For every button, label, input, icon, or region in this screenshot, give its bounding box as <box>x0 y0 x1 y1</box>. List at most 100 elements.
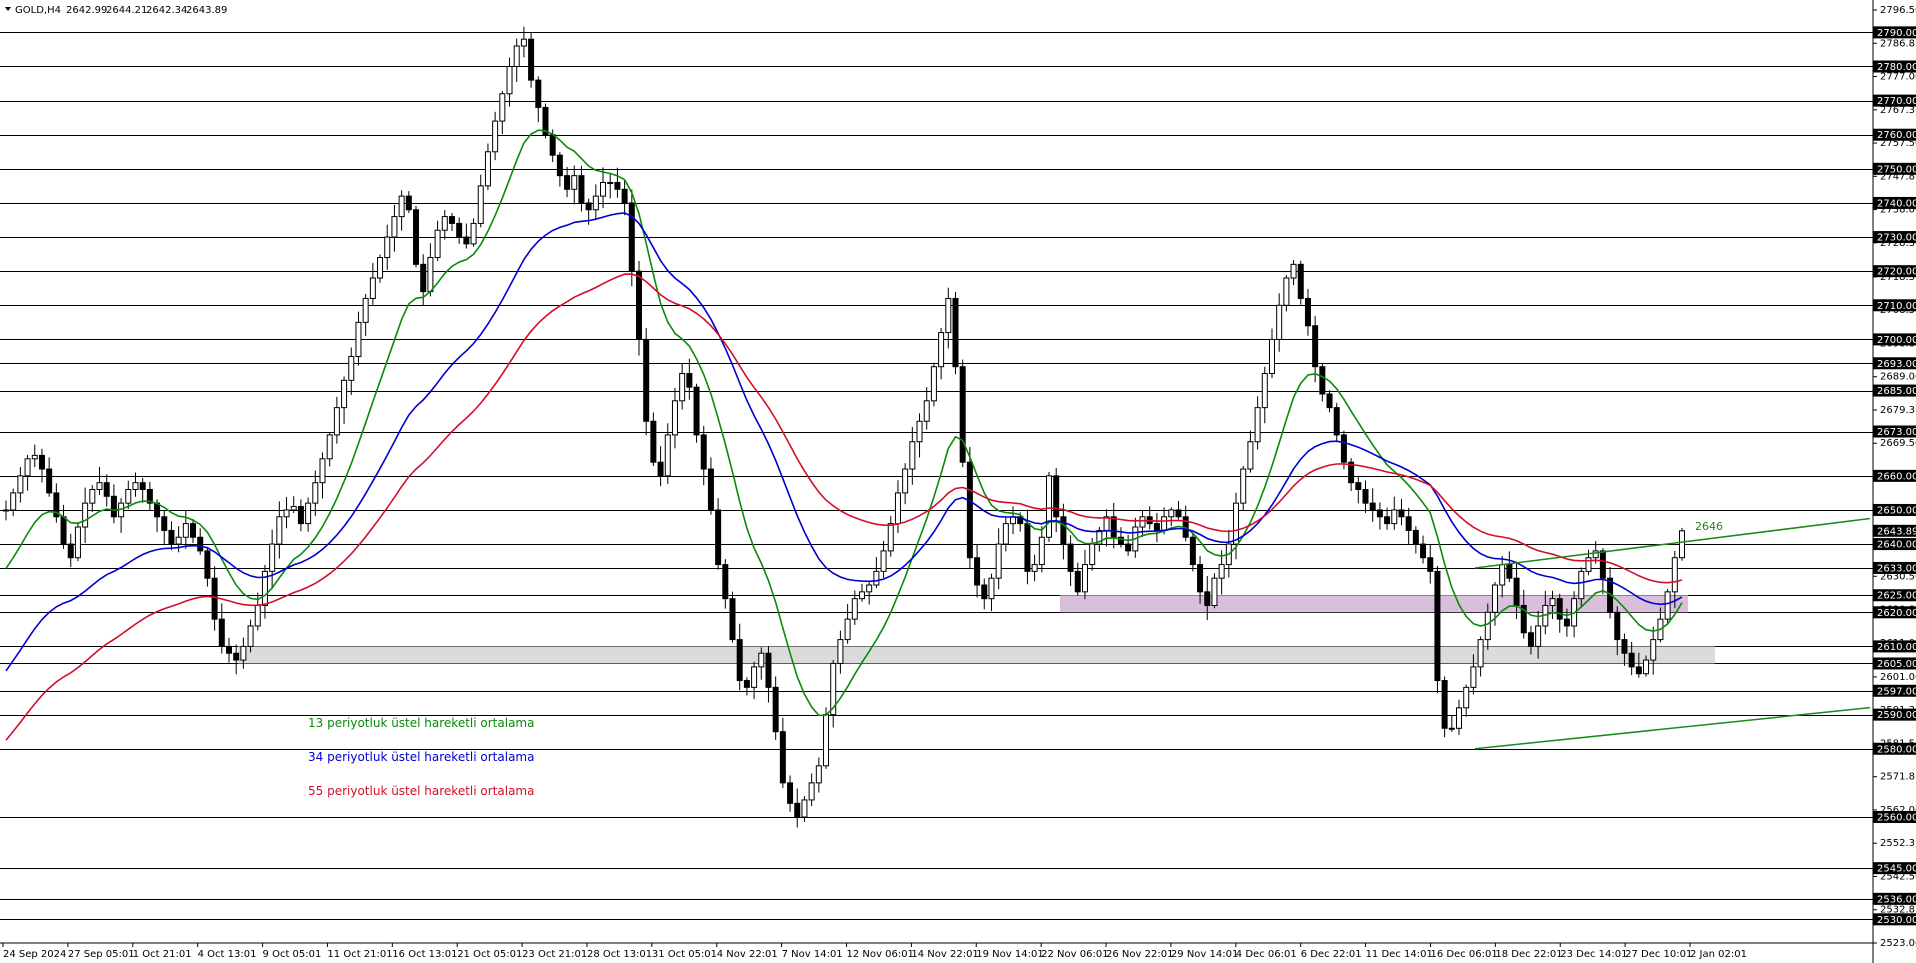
time-tick-label: 11 Dec 14:01 <box>1366 949 1433 960</box>
candle-body <box>700 434 707 470</box>
candle-body <box>161 516 168 531</box>
time-tick-label: 23 Dec 14:01 <box>1560 949 1627 960</box>
candle-body <box>1031 564 1038 572</box>
candle-body <box>1333 407 1340 436</box>
candle-body <box>1441 680 1448 729</box>
candle-body <box>564 175 571 190</box>
candle-body <box>801 799 808 818</box>
candle-body <box>995 543 1002 579</box>
ohlc-high: 2644.21 <box>106 5 147 16</box>
candle-body <box>1233 502 1240 545</box>
candle-body <box>190 523 197 538</box>
candle-body <box>233 652 240 661</box>
candle-body <box>290 506 297 511</box>
candle-body <box>31 454 38 460</box>
level-tag-label: 2760.00 <box>1877 130 1916 141</box>
candle-body <box>535 79 542 108</box>
candle-body <box>1585 557 1592 572</box>
candle-body <box>513 45 520 67</box>
candle-body <box>492 120 499 153</box>
candle-body <box>1563 618 1570 627</box>
candle-body <box>1499 564 1506 586</box>
candle-body <box>1261 373 1268 409</box>
candle-body <box>391 216 398 238</box>
time-tick-label: 27 Sep 05:01 <box>68 949 135 960</box>
time-tick-label: 4 Nov 22:01 <box>717 949 778 960</box>
ohlc-low: 2642.34 <box>146 5 187 16</box>
candle-body <box>858 591 865 600</box>
level-tag-label: 2625.00 <box>1877 591 1916 602</box>
candle-body <box>765 652 772 688</box>
candle-body <box>254 604 261 627</box>
candle-body <box>362 297 369 323</box>
legend-ema-13: 13 periyotluk üstel hareketli ortalama <box>308 716 534 730</box>
time-tick-label: 19 Nov 14:01 <box>976 949 1043 960</box>
candle-body <box>1247 441 1254 470</box>
candle-body <box>139 482 146 490</box>
candle-body <box>348 355 355 381</box>
price-tick-label: 2523.06 <box>1880 938 1916 949</box>
candle-body <box>204 550 211 579</box>
level-tag-label: 2740.00 <box>1877 198 1916 209</box>
candle-body <box>283 509 290 518</box>
candle-body <box>585 202 592 211</box>
price-tick-label: 2669.56 <box>1880 438 1916 449</box>
candle-body <box>686 373 693 388</box>
lower-support-zone <box>238 646 1715 664</box>
candle-body <box>405 195 412 211</box>
candle-body <box>974 557 981 586</box>
candle-body <box>1621 639 1628 654</box>
candle-body <box>873 570 880 586</box>
candle-body <box>787 782 794 804</box>
time-tick-label: 18 Dec 22:01 <box>1495 949 1562 960</box>
candle-body <box>1197 564 1204 593</box>
candle-body <box>67 543 74 559</box>
candle-body <box>1067 543 1074 572</box>
candle-body <box>312 482 319 504</box>
candle-body <box>808 782 815 801</box>
candle-body <box>1081 564 1088 593</box>
level-tag-label: 2610.00 <box>1877 642 1916 653</box>
candle-body <box>966 461 973 559</box>
candle-body <box>1434 570 1441 682</box>
price-chart[interactable]: 2646 13 periyotluk üstel hareketli ortal… <box>0 0 1916 963</box>
candle-body <box>1139 516 1146 528</box>
candle-body <box>333 407 340 436</box>
candle-body <box>1362 488 1369 504</box>
candle-body <box>1614 611 1621 641</box>
candle-body <box>1491 584 1498 613</box>
candle-body <box>499 93 506 122</box>
level-tag-label: 2640.00 <box>1877 540 1916 551</box>
candle-body <box>930 366 937 402</box>
candle-body <box>463 236 470 245</box>
candle-body <box>1391 509 1398 525</box>
candle-body <box>3 509 9 512</box>
level-tag-label: 2710.00 <box>1877 301 1916 312</box>
candle-body <box>413 209 420 265</box>
candle-body <box>650 420 657 463</box>
price-axis: 2796.562786.812777.062767.312757.562747.… <box>1873 5 1916 949</box>
price-tick-label: 2552.31 <box>1880 838 1916 849</box>
candle-body <box>722 564 729 600</box>
time-tick-label: 16 Dec 06:01 <box>1430 949 1497 960</box>
level-tag-label: 2620.00 <box>1877 608 1916 619</box>
candle-body <box>1297 263 1304 299</box>
candle-body <box>1074 570 1081 593</box>
level-tag-label: 2720.00 <box>1877 267 1916 278</box>
candle-body <box>1046 475 1053 538</box>
candle-body <box>902 468 909 494</box>
time-tick-label: 11 Oct 21:01 <box>327 949 392 960</box>
level-tag-label: 2536.00 <box>1877 894 1916 905</box>
candle-body <box>211 577 218 620</box>
candle-body <box>1506 564 1513 579</box>
level-tag-label: 2780.00 <box>1877 62 1916 73</box>
candle-body <box>477 185 484 224</box>
candle-body <box>1484 611 1491 641</box>
price-tick-label: 2601.06 <box>1880 672 1916 683</box>
level-tag-label: 2633.00 <box>1877 563 1916 574</box>
candle-body <box>10 492 17 511</box>
candle-body <box>1319 366 1326 395</box>
ohlc-open: 2642.99 <box>66 5 107 16</box>
level-tag-label: 2545.00 <box>1877 864 1916 875</box>
chart-background <box>0 0 1916 963</box>
